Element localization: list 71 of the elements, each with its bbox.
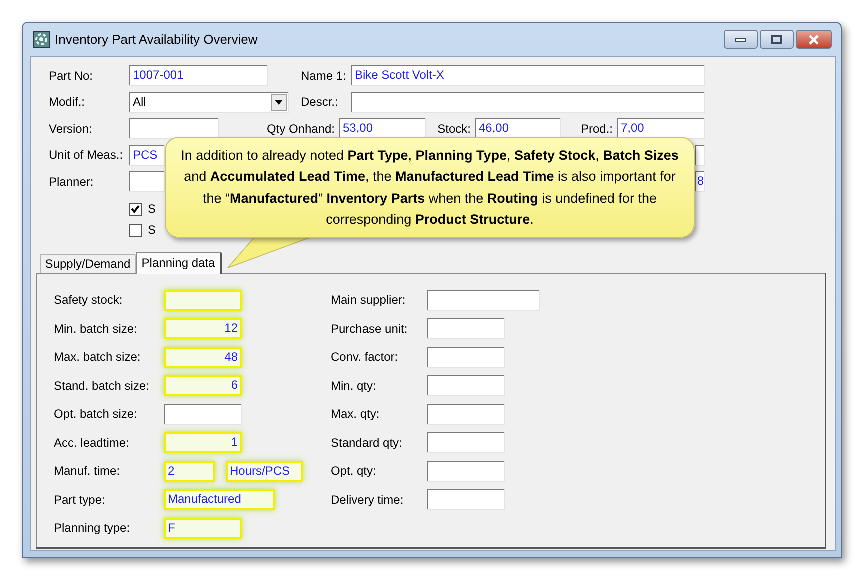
field-label: Min. batch size: (54, 320, 138, 338)
field-label: Opt. qty: (331, 463, 378, 480)
field-label: Modif.: (49, 94, 86, 111)
field-label: Min. qty: (331, 378, 378, 394)
input-field[interactable]: Bike Scott Volt-X (351, 65, 705, 86)
minimize-button[interactable] (724, 30, 758, 49)
field-label: Opt. batch size: (54, 406, 138, 423)
field-label: Prod.: (580, 120, 614, 138)
input-field[interactable] (129, 171, 165, 192)
input-field[interactable]: 6 (164, 375, 242, 396)
dropdown[interactable]: All (129, 92, 289, 112)
minimize-icon (735, 36, 747, 42)
field-label: Main supplier: (331, 292, 407, 309)
close-button[interactable] (796, 30, 832, 49)
field-label: Manuf. time: (54, 463, 122, 480)
field-label: Conv. factor: (331, 349, 400, 366)
field-label: Version: (49, 120, 94, 138)
checkbox-label: S (148, 201, 156, 218)
checkbox-label: S (148, 222, 156, 239)
field-label: Delivery time: (331, 492, 405, 508)
input-field[interactable]: 8 (695, 171, 705, 192)
callout-text: In addition to already noted Part Type, Planning Type, Safety Stock, Batch Sizes and Accumulated Lead Time, the Manufactured Lead Time is also important for the “Manufactured” Inventory Parts when the Routing is undefined for the corresponding Product Structure. (180, 146, 680, 229)
input-field[interactable]: 46,00 (475, 118, 561, 139)
input-field[interactable]: 12 (164, 318, 242, 339)
field-label: Max. batch size: (54, 349, 142, 366)
field-label: Qty Onhand: (266, 120, 336, 138)
input-field[interactable] (427, 460, 505, 482)
field-label: Part type: (54, 492, 106, 508)
input-field[interactable] (427, 404, 505, 424)
input-field[interactable] (164, 404, 242, 424)
field-label: Name 1: (301, 68, 348, 84)
field-label: Planner: (49, 174, 95, 190)
input-field[interactable]: 7,00 (617, 118, 705, 139)
input-field[interactable]: Hours/PCS (226, 460, 303, 482)
input-field[interactable]: PCS (129, 144, 165, 166)
input-field[interactable]: 2 (164, 460, 215, 482)
maximize-icon (771, 34, 783, 44)
input-field[interactable] (427, 318, 505, 339)
field-label: Stock: (436, 120, 472, 138)
input-field[interactable] (427, 432, 505, 453)
input-field[interactable]: Manufactured (164, 489, 275, 510)
field-label: Standard qty: (331, 434, 404, 452)
input-field[interactable]: F (164, 518, 242, 538)
input-field[interactable] (695, 144, 705, 166)
input-field[interactable] (427, 375, 505, 396)
maximize-button[interactable] (760, 30, 794, 49)
input-field[interactable]: 48 (164, 346, 242, 368)
input-field[interactable]: 1007-001 (129, 65, 268, 86)
field-label: Safety stock: (54, 292, 124, 309)
field-label: Purchase unit: (331, 320, 409, 338)
field-label: Unit of Meas.: (49, 147, 124, 164)
input-field[interactable] (129, 118, 219, 139)
field-label: Stand. batch size: (54, 378, 150, 394)
input-field[interactable]: 1 (164, 432, 242, 453)
input-field[interactable]: 53,00 (339, 118, 426, 139)
tab[interactable]: Supply/Demand (40, 254, 136, 272)
input-field[interactable] (427, 290, 540, 310)
field-label: Part No: (49, 68, 94, 84)
input-field[interactable] (427, 489, 505, 510)
tab[interactable]: Planning data (136, 252, 222, 274)
input-field[interactable] (427, 346, 505, 368)
field-label: Descr.: (301, 94, 340, 111)
close-icon (808, 34, 820, 44)
checkbox[interactable] (129, 202, 142, 216)
field-label: Max. qty: (331, 406, 381, 423)
input-field[interactable] (351, 92, 705, 112)
field-label: Acc. leadtime: (54, 434, 130, 452)
checkbox[interactable] (129, 224, 142, 236)
app-icon (33, 31, 50, 48)
window-title: Inventory Part Availability Overview (55, 30, 258, 49)
field-label: Planning type: (54, 520, 132, 537)
